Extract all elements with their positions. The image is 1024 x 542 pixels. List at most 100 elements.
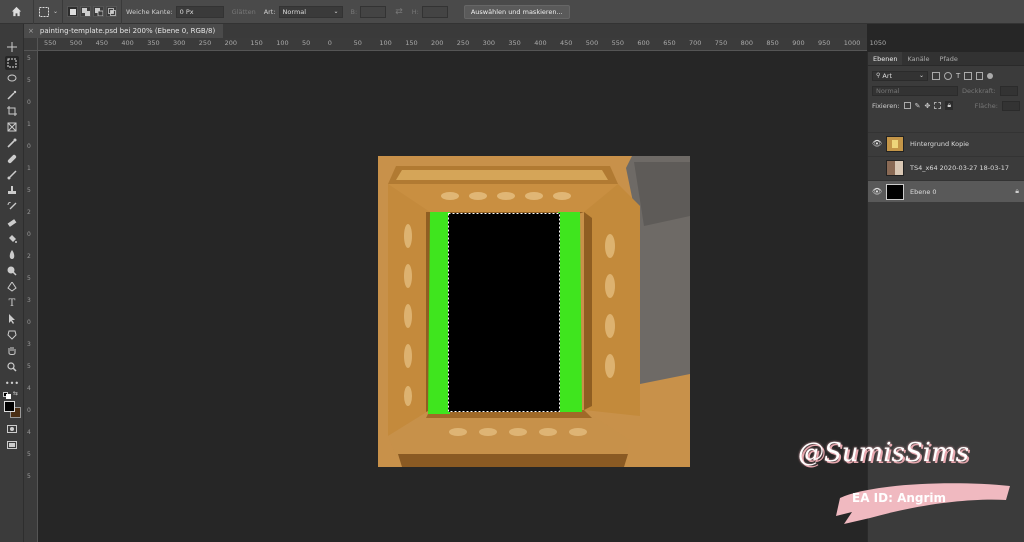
healing-brush-tool[interactable]	[5, 152, 19, 166]
height-input[interactable]	[421, 5, 448, 18]
move-icon	[7, 42, 17, 52]
filter-shape-icon[interactable]	[964, 71, 973, 80]
ruler-corner	[24, 38, 38, 51]
quick-mask-button[interactable]	[5, 422, 19, 436]
width-label: B:	[350, 7, 358, 16]
filter-pixel-icon[interactable]	[932, 71, 940, 80]
close-icon[interactable]: ×	[28, 27, 34, 35]
ruler-tick-label: 3	[27, 341, 31, 348]
ruler-tick-label: 1	[27, 165, 31, 172]
rectangular-marquee-tool[interactable]	[5, 56, 19, 70]
ruler-tick-label: 400	[534, 39, 547, 47]
subtract-from-selection-button[interactable]	[93, 6, 105, 17]
filter-adjustment-icon[interactable]	[944, 71, 952, 80]
ruler-tick-label: 450	[560, 39, 573, 47]
paint-bucket-tool[interactable]	[5, 232, 19, 246]
ruler-tick-label: 0	[27, 407, 31, 414]
ruler-tick-label: 400	[121, 39, 134, 47]
blur-tool[interactable]	[5, 248, 19, 262]
tab-channels[interactable]: Kanäle	[902, 52, 934, 65]
ruler-tick-label: 250	[198, 39, 212, 47]
dodge-tool[interactable]	[5, 264, 19, 278]
lock-all-icon[interactable]: 🔒︎	[945, 101, 954, 110]
opacity-label: Deckkraft:	[962, 86, 996, 95]
intersect-selection-button[interactable]	[106, 6, 118, 17]
add-to-selection-button[interactable]	[80, 6, 92, 17]
ruler-tick-label: 750	[714, 39, 728, 47]
custom-shape-tool[interactable]	[5, 328, 19, 342]
opacity-input[interactable]	[999, 85, 1018, 96]
hand-tool[interactable]	[5, 344, 19, 358]
blend-mode-select[interactable]: Normal	[872, 85, 958, 96]
clone-stamp-tool[interactable]	[5, 184, 19, 198]
new-selection-button[interactable]	[67, 6, 79, 17]
options-bar: ⌄ Weiche Kante: 0 Px Glätten Art: Normal…	[0, 0, 1024, 24]
ruler-tick-label: 100	[276, 39, 289, 47]
filter-smart-object-icon[interactable]	[976, 71, 984, 80]
default-colors-icon[interactable]: ⇆	[3, 390, 18, 400]
swap-colors-icon[interactable]: ⇆	[13, 390, 18, 397]
layer-row-selected[interactable]: 👁︎ Ebene 0 🔒︎	[868, 180, 1024, 202]
eyedropper-tool[interactable]	[5, 136, 19, 150]
smooth-checkbox[interactable]: Glätten	[232, 8, 256, 16]
swap-icon[interactable]: ⇄	[389, 7, 409, 17]
ruler-tick-label: 500	[585, 39, 599, 47]
ruler-tick-label: 350	[147, 39, 160, 47]
ruler-tick-label: 1	[27, 121, 31, 128]
magic-wand-tool[interactable]	[5, 88, 19, 102]
tab-layers[interactable]: Ebenen	[868, 52, 903, 65]
zoom-tool[interactable]	[5, 360, 19, 374]
chevron-down-icon: ⌄	[333, 8, 339, 15]
eye-icon[interactable]: 👁︎	[868, 187, 886, 196]
ruler-tick-label: 0	[27, 143, 31, 150]
path-selection-tool[interactable]	[5, 312, 19, 326]
ruler-tick-label: 200	[224, 39, 238, 47]
layer-row[interactable]: TS4_x64 2020-03-27 18-03-17	[868, 156, 1024, 178]
zoom-icon	[7, 362, 17, 372]
pen-tool[interactable]	[5, 280, 19, 294]
dodge-icon	[7, 266, 17, 276]
fill-input[interactable]	[1002, 100, 1020, 111]
frame-tool[interactable]	[5, 120, 19, 134]
document-title: painting-template.psd bei 200% (Ebene 0,…	[39, 27, 216, 35]
select-and-mask-button[interactable]: Auswählen und maskieren...	[463, 4, 570, 19]
more-tools[interactable]: •••	[5, 376, 19, 390]
painting-frame-artwork	[378, 156, 690, 467]
style-select[interactable]: Normal ⌄	[278, 5, 343, 18]
type-tool[interactable]: T	[5, 296, 19, 310]
lock-image-brush-icon[interactable]: ✎	[915, 102, 921, 110]
lock-position-move-icon[interactable]: ✥	[924, 102, 930, 110]
lock-transparent-icon[interactable]	[903, 102, 911, 109]
lock-artboard-icon[interactable]	[934, 102, 942, 109]
document-tab[interactable]: × painting-template.psd bei 200% (Ebene …	[24, 24, 224, 38]
ruler-tick-label: 700	[689, 39, 702, 47]
history-brush-tool[interactable]	[5, 200, 19, 214]
ruler-tick-label: 0	[327, 39, 332, 47]
ruler-tick-label: 5	[27, 473, 31, 480]
shape-icon	[7, 330, 17, 340]
eye-icon[interactable]: 👁︎	[868, 139, 886, 148]
height-label: H:	[411, 7, 419, 16]
filter-type-icon[interactable]: T	[956, 72, 960, 80]
marquee-tool-preset[interactable]: ⌄	[34, 0, 62, 24]
screen-mode-button[interactable]	[5, 438, 19, 452]
lasso-tool[interactable]	[5, 72, 19, 86]
ellipsis-icon: •••	[4, 378, 20, 388]
move-tool[interactable]	[5, 40, 19, 54]
layer-filter-select[interactable]: ⚲ Art ⌄	[872, 70, 928, 81]
layer-row[interactable]: 👁︎ Hintergrund Kopie	[868, 132, 1024, 154]
foreground-color-swatch[interactable]	[4, 401, 15, 412]
ruler-tick-label: 1000	[843, 39, 861, 47]
eraser-tool[interactable]	[5, 216, 19, 230]
filter-toggle-icon[interactable]	[987, 72, 994, 79]
tab-paths[interactable]: Pfade	[935, 52, 963, 65]
brush-tool[interactable]	[5, 168, 19, 182]
soft-edge-input[interactable]: 0 Px	[175, 5, 224, 18]
crop-tool[interactable]	[5, 104, 19, 118]
width-input[interactable]	[360, 5, 387, 18]
bandage-icon	[7, 154, 17, 164]
marquee-icon	[7, 58, 17, 68]
quick-mask-icon	[7, 425, 17, 433]
soft-edge-label: Weiche Kante:	[126, 7, 173, 16]
home-button[interactable]	[0, 0, 34, 24]
